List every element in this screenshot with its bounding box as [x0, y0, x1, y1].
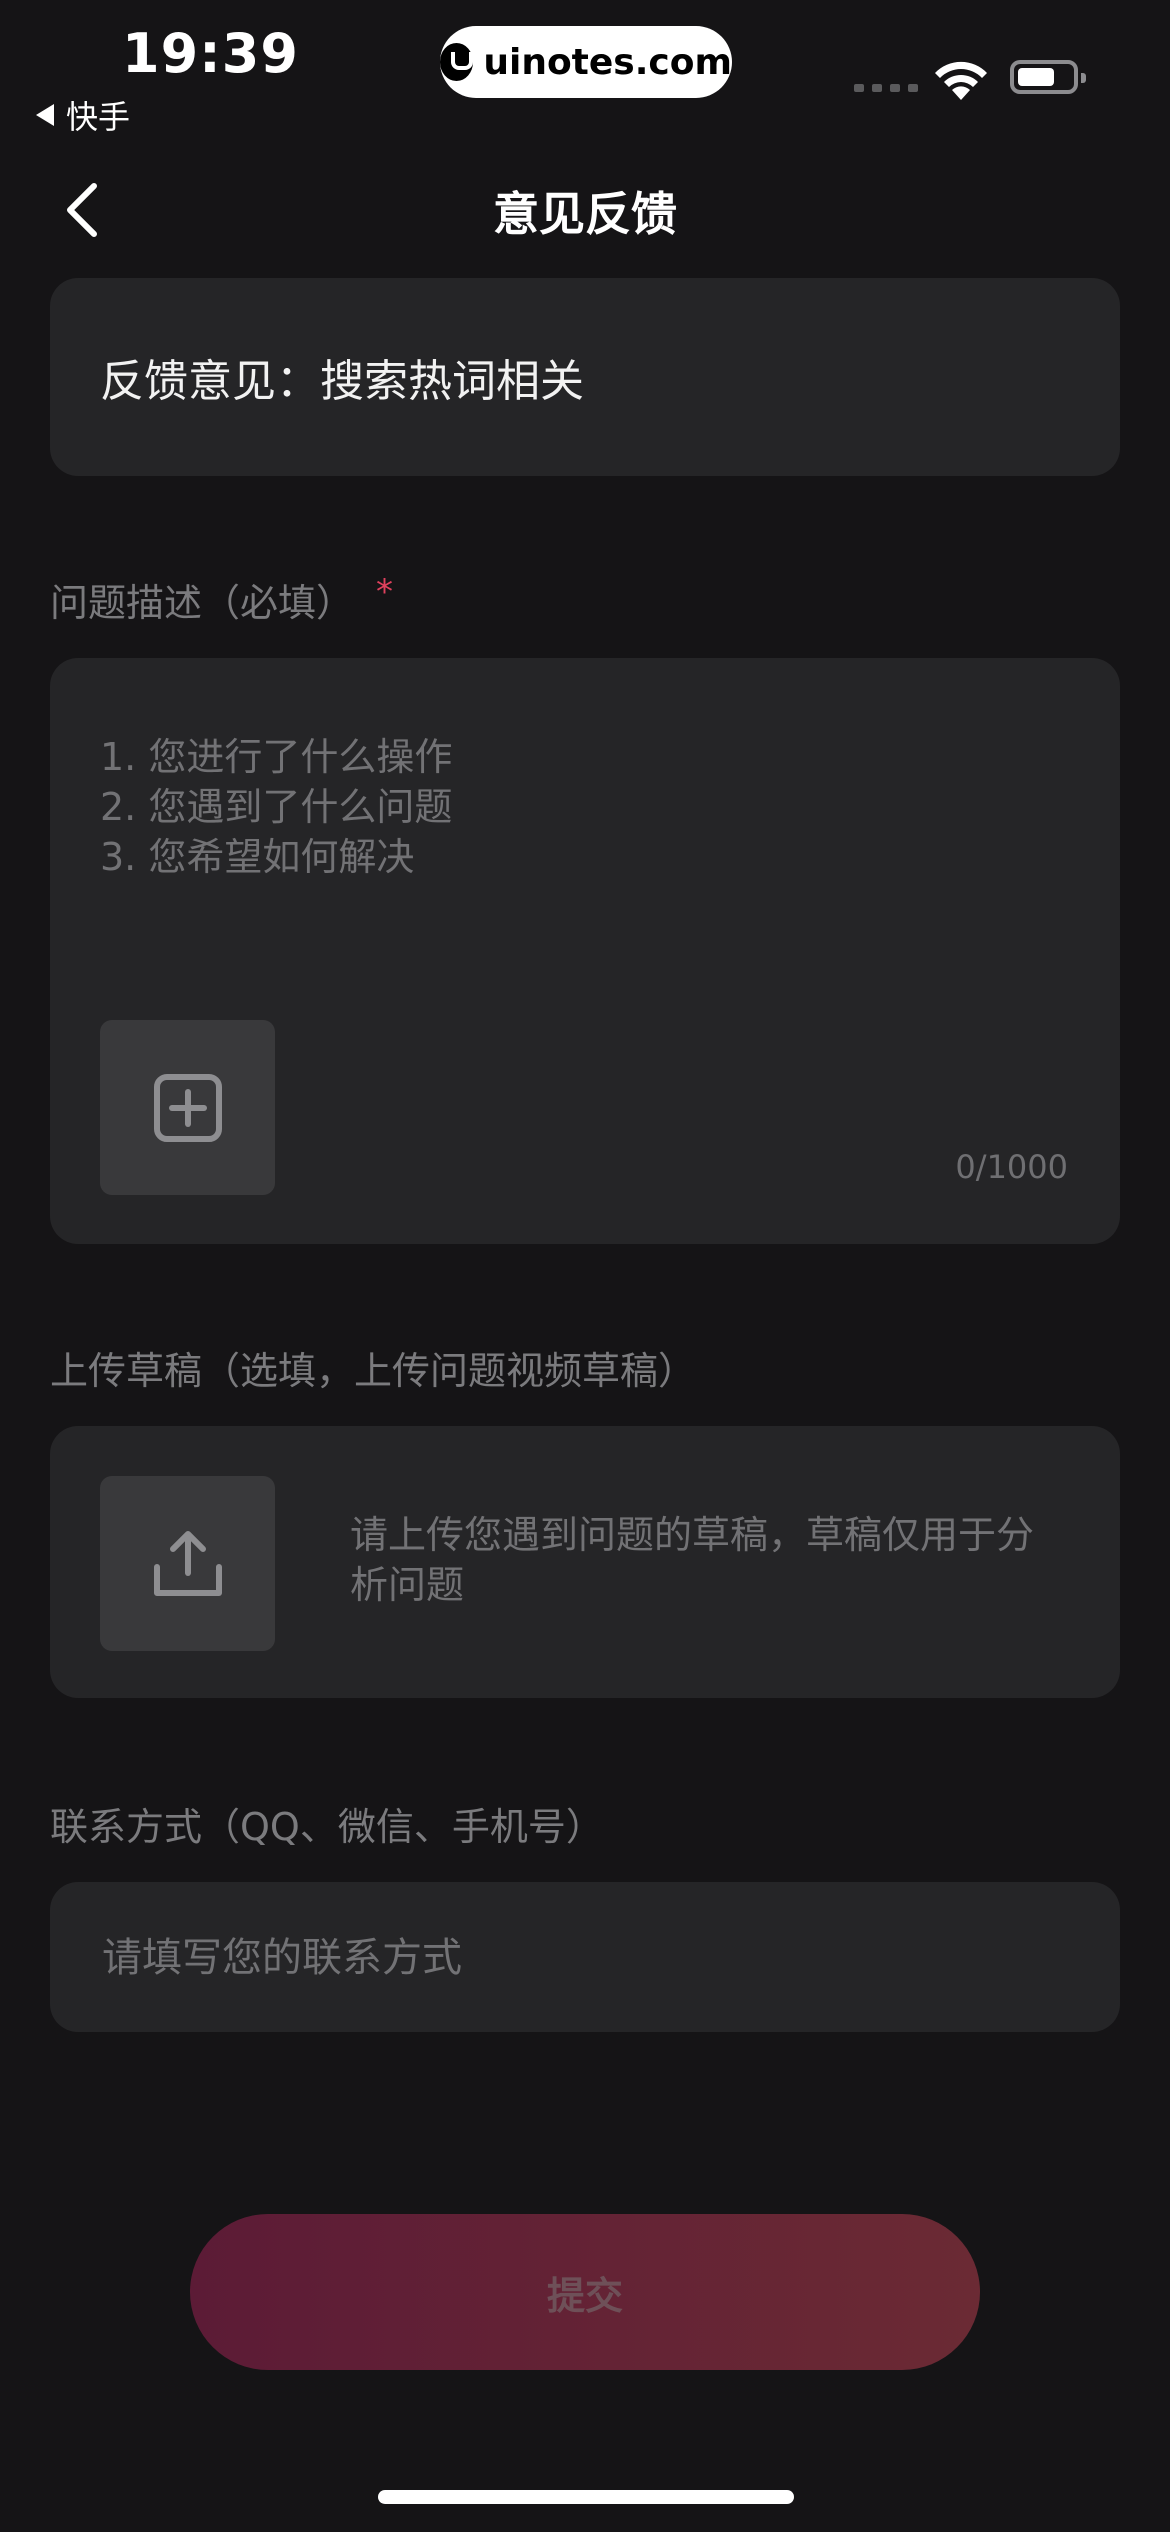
plus-square-icon [153, 1073, 222, 1142]
status-time: 19:39 [122, 22, 299, 85]
upload-icon [153, 1530, 222, 1596]
upload-draft-card: 请上传您遇到问题的草稿，草稿仅用于分析问题 [50, 1426, 1120, 1698]
cellular-signal-icon [854, 84, 918, 92]
submit-button[interactable]: 提交 [190, 2214, 980, 2370]
add-image-button[interactable] [100, 1020, 275, 1195]
placeholder-line-2: 2. 您遇到了什么问题 [100, 785, 453, 829]
placeholder-line-1: 1. 您进行了什么操作 [100, 735, 453, 779]
feedback-topic-text: 反馈意见：搜索热词相关 [100, 356, 584, 407]
contact-input[interactable] [100, 1882, 1064, 2034]
description-field[interactable]: 1. 您进行了什么操作 2. 您遇到了什么问题 3. 您希望如何解决 0/100… [50, 658, 1120, 1244]
uinotes-logo-icon [440, 43, 474, 81]
wifi-icon [935, 61, 987, 100]
character-counter: 0/1000 [955, 1148, 1068, 1186]
description-label: 问题描述（必填） * [50, 572, 393, 627]
contact-label: 联系方式（QQ、微信、手机号） [50, 1805, 604, 1849]
watermark-pill: uinotes.com [440, 26, 732, 98]
contact-field [50, 1882, 1120, 2034]
home-indicator[interactable] [378, 2490, 794, 2504]
description-placeholder: 1. 您进行了什么操作 2. 您遇到了什么问题 3. 您希望如何解决 [100, 732, 452, 882]
back-to-app-link[interactable]: 快手 [36, 92, 130, 138]
upload-hint: 请上传您遇到问题的草稿，草稿仅用于分析问题 [350, 1513, 1035, 1607]
feedback-page: 19:39 快手 uinotes.com 意见反馈 反馈意见：搜索热词相关 问题… [0, 0, 1170, 2532]
feedback-topic-card: 反馈意见：搜索热词相关 [50, 278, 1120, 476]
battery-icon [1010, 60, 1086, 94]
required-mark: * [376, 572, 394, 612]
watermark-text: uinotes.com [483, 41, 732, 83]
page-title: 意见反馈 [493, 187, 677, 241]
submit-label: 提交 [546, 2273, 623, 2318]
placeholder-line-3: 3. 您希望如何解决 [100, 835, 415, 879]
upload-draft-button[interactable] [100, 1476, 275, 1651]
back-triangle-icon [36, 104, 54, 126]
description-label-text: 问题描述（必填） [50, 581, 355, 625]
back-app-label: 快手 [66, 98, 131, 136]
upload-label: 上传草稿（选填，上传问题视频草稿） [50, 1349, 697, 1393]
